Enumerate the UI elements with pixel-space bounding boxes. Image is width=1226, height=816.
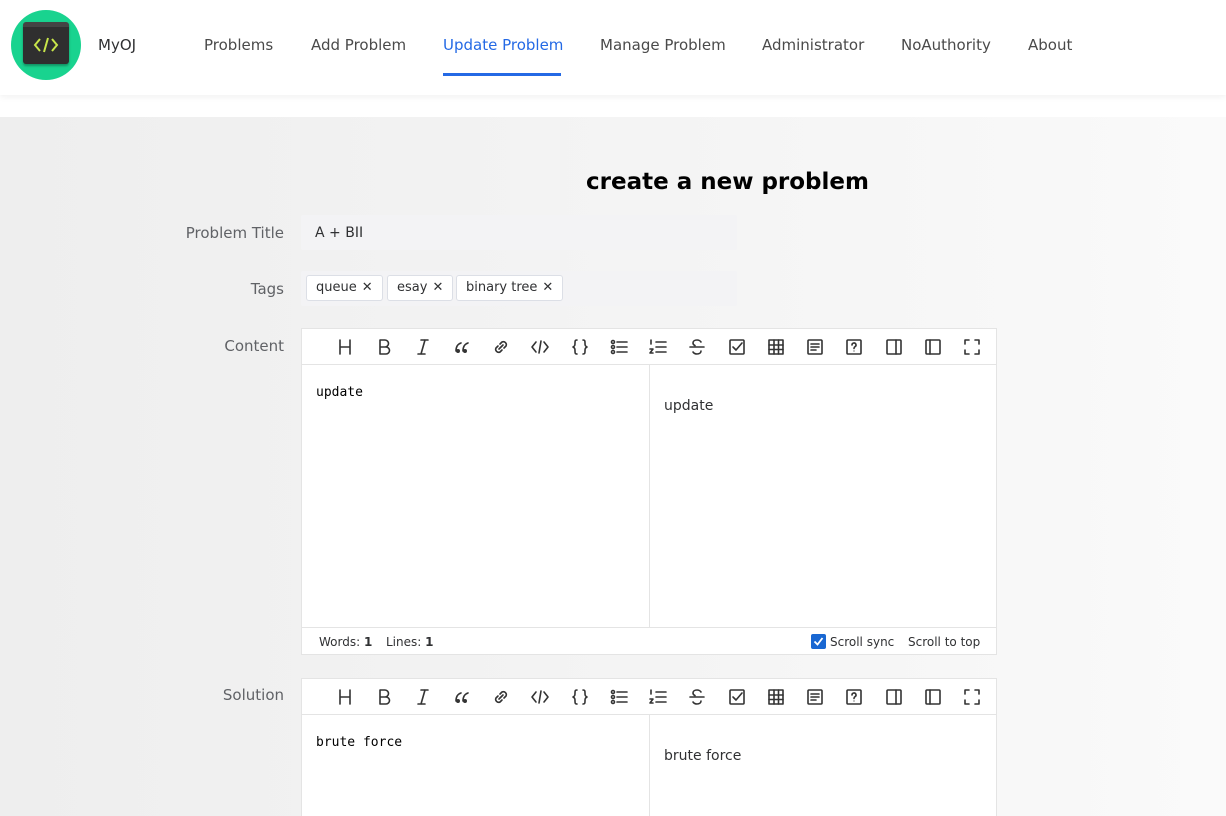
line-count: Lines: 1 bbox=[386, 635, 434, 649]
ordered-list-icon[interactable] bbox=[648, 687, 668, 707]
nav-about[interactable]: About bbox=[1028, 36, 1072, 54]
tag-label: queue bbox=[316, 280, 357, 295]
link-icon[interactable] bbox=[491, 337, 511, 357]
toc-icon[interactable] bbox=[805, 687, 825, 707]
editor-only-icon[interactable] bbox=[923, 687, 943, 707]
main-content: create a new problem Problem Title Tags … bbox=[0, 117, 1226, 816]
unordered-list-icon[interactable] bbox=[609, 337, 629, 357]
problem-title-label: Problem Title bbox=[185, 224, 284, 242]
nav-problems[interactable]: Problems bbox=[204, 36, 273, 54]
problem-title-field[interactable] bbox=[301, 215, 737, 250]
table-icon[interactable] bbox=[766, 337, 786, 357]
solution-editor: brute force brute force bbox=[301, 678, 997, 816]
page-title: create a new problem bbox=[586, 169, 869, 195]
task-list-icon[interactable] bbox=[727, 687, 747, 707]
code-block-icon[interactable] bbox=[570, 687, 590, 707]
scroll-to-top-button[interactable]: Scroll to top bbox=[908, 635, 980, 649]
quote-icon[interactable] bbox=[452, 687, 472, 707]
tag-label: esay bbox=[397, 280, 428, 295]
link-icon[interactable] bbox=[491, 687, 511, 707]
quote-icon[interactable] bbox=[452, 337, 472, 357]
italic-icon[interactable] bbox=[413, 687, 433, 707]
strikethrough-icon[interactable] bbox=[687, 337, 707, 357]
bold-icon[interactable] bbox=[374, 337, 394, 357]
tag-chip: binary tree ✕ bbox=[456, 275, 564, 301]
bold-icon[interactable] bbox=[374, 687, 394, 707]
editor-preview-text: brute force bbox=[664, 748, 742, 764]
table-icon[interactable] bbox=[766, 687, 786, 707]
tag-chip: queue ✕ bbox=[306, 275, 383, 301]
heading-icon[interactable] bbox=[335, 687, 355, 707]
preview-only-icon[interactable] bbox=[884, 687, 904, 707]
ordered-list-icon[interactable] bbox=[648, 337, 668, 357]
content-editor: update update Words: 1 Lines: 1 Scroll s… bbox=[301, 328, 997, 655]
solution-label: Solution bbox=[222, 686, 284, 704]
tag-label: binary tree bbox=[466, 280, 538, 295]
scroll-sync-label[interactable]: Scroll sync bbox=[830, 635, 894, 649]
brand-name[interactable]: MyOJ bbox=[98, 36, 136, 54]
editor-source-pane[interactable]: update bbox=[302, 365, 650, 627]
editor-preview-pane: brute force bbox=[650, 715, 996, 816]
toc-icon[interactable] bbox=[805, 337, 825, 357]
nav-administrator[interactable]: Administrator bbox=[762, 36, 864, 54]
editor-only-icon[interactable] bbox=[923, 337, 943, 357]
help-icon[interactable] bbox=[844, 687, 864, 707]
strikethrough-icon[interactable] bbox=[687, 687, 707, 707]
code-icon[interactable] bbox=[530, 687, 550, 707]
editor-preview-pane: update bbox=[650, 365, 996, 627]
tags-input[interactable]: queue ✕ esay ✕ binary tree ✕ bbox=[301, 271, 737, 306]
italic-icon[interactable] bbox=[413, 337, 433, 357]
editor-toolbar bbox=[302, 679, 996, 715]
nav-add-problem[interactable]: Add Problem bbox=[311, 36, 406, 54]
editor-footer: Words: 1 Lines: 1 Scroll sync Scroll to … bbox=[302, 627, 996, 654]
scroll-sync-checkbox[interactable] bbox=[811, 634, 826, 649]
close-icon[interactable]: ✕ bbox=[362, 280, 373, 295]
fullscreen-icon[interactable] bbox=[962, 337, 982, 357]
editor-source-text[interactable]: update bbox=[302, 365, 649, 420]
editor-preview-text: update bbox=[664, 398, 714, 414]
logo[interactable] bbox=[11, 10, 81, 80]
preview-only-icon[interactable] bbox=[884, 337, 904, 357]
tag-chip: esay ✕ bbox=[387, 275, 454, 301]
code-block-icon[interactable] bbox=[570, 337, 590, 357]
nav-update-problem[interactable]: Update Problem bbox=[443, 36, 563, 54]
unordered-list-icon[interactable] bbox=[609, 687, 629, 707]
nav-noauthority[interactable]: NoAuthority bbox=[901, 36, 991, 54]
close-icon[interactable]: ✕ bbox=[432, 280, 443, 295]
word-count: Words: 1 bbox=[319, 635, 373, 649]
editor-source-text[interactable]: brute force bbox=[302, 715, 649, 770]
editor-source-pane[interactable]: brute force bbox=[302, 715, 650, 816]
heading-icon[interactable] bbox=[335, 337, 355, 357]
code-icon bbox=[23, 22, 69, 64]
active-tab-indicator bbox=[443, 73, 561, 76]
problem-title-input[interactable] bbox=[301, 215, 737, 250]
help-icon[interactable] bbox=[844, 337, 864, 357]
close-icon[interactable]: ✕ bbox=[542, 280, 553, 295]
code-icon[interactable] bbox=[530, 337, 550, 357]
top-navbar: MyOJ Problems Add Problem Update Problem… bbox=[0, 0, 1226, 95]
fullscreen-icon[interactable] bbox=[962, 687, 982, 707]
editor-toolbar bbox=[302, 329, 996, 365]
nav-manage-problem[interactable]: Manage Problem bbox=[600, 36, 726, 54]
tags-label: Tags bbox=[250, 280, 284, 298]
content-label: Content bbox=[224, 337, 284, 355]
task-list-icon[interactable] bbox=[727, 337, 747, 357]
